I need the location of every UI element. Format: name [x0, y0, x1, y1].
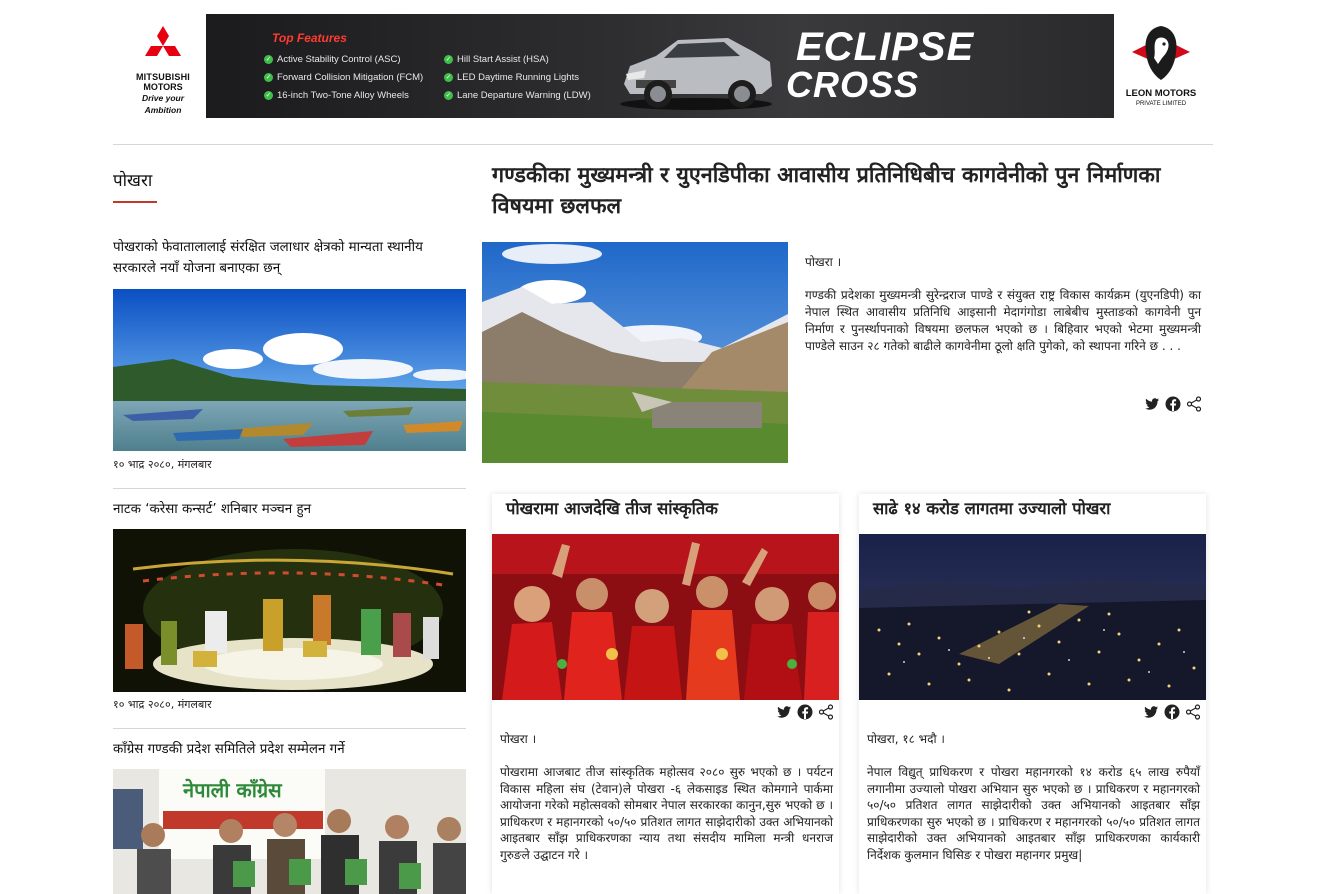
card-excerpt: पोखरामा आजबाट तीज सांस्कृतिक महोत्सव २०८… [500, 765, 833, 862]
card-title[interactable]: साढे १४ करोड लागतमा उज्यालो पोखरा [873, 496, 1110, 519]
ad-feature: ✓ Hill Start Assist (HSA) [444, 54, 549, 65]
sidebar-divider [113, 488, 466, 489]
city-night-lights-photo[interactable] [859, 534, 1206, 700]
eclipse-cross-ad[interactable]: Top Features ✓ Active Stability Control (… [206, 14, 1114, 118]
card-share-bar [1143, 704, 1201, 720]
mountain-village-photo[interactable] [482, 242, 788, 463]
sidebar-article-title[interactable]: पोखराको फेवातालालाई संरक्षित जलाधार क्षे… [113, 237, 467, 279]
check-icon: ✓ [264, 90, 273, 100]
car-image [620, 38, 772, 110]
card-share-bar [776, 704, 834, 720]
twitter-icon[interactable] [1144, 396, 1160, 412]
article-date: १० भाद्र २०८०, मंगलबार [113, 458, 212, 471]
theatre-stage-photo[interactable] [113, 529, 466, 692]
news-card: साढे १४ करोड लागतमा उज्यालो पोखरा पोखरा,… [859, 494, 1206, 894]
mitsubishi-logo[interactable]: MITSUBISHI MOTORS Drive your Ambition [124, 24, 202, 115]
share-icon[interactable] [818, 704, 834, 720]
check-icon: ✓ [444, 54, 453, 64]
teej-dance-photo[interactable] [492, 534, 839, 700]
card-location: पोखरा, १८ भदौ । [867, 732, 945, 746]
share-icon[interactable] [1185, 704, 1201, 720]
card-excerpt: नेपाल विद्युत् प्राधिकरण र पोखरा महानगरक… [867, 765, 1200, 862]
twitter-icon[interactable] [776, 704, 792, 720]
check-icon: ✓ [444, 72, 453, 82]
mitsubishi-diamonds-icon [145, 26, 181, 56]
mitsubishi-name-line1: MITSUBISHI [135, 72, 190, 82]
sidebar-divider [113, 728, 466, 729]
main-share-bar [1144, 396, 1202, 412]
twitter-icon[interactable] [1143, 704, 1159, 720]
check-icon: ✓ [264, 72, 273, 82]
sidebar-article-title[interactable]: काँग्रेस गण्डकी प्रदेश समितिले प्रदेश सम… [113, 739, 467, 760]
lake-boats-photo[interactable] [113, 289, 466, 451]
facebook-icon[interactable] [1165, 396, 1181, 412]
ad-model-name: ECLIPSE CROSS [786, 25, 975, 105]
card-location: पोखरा । [500, 732, 537, 746]
ad-feature: ✓ LED Daytime Running Lights [444, 72, 579, 83]
card-title[interactable]: पोखरामा आजदेखि तीज सांस्कृतिक [506, 496, 718, 519]
lion-emblem-icon [1132, 26, 1190, 80]
header-banner: MITSUBISHI MOTORS Drive your Ambition To… [124, 14, 1198, 120]
ad-feature: ✓ 16-inch Two-Tone Alloy Wheels [264, 90, 409, 101]
ad-feature: ✓ Active Stability Control (ASC) [264, 54, 401, 65]
sidebar-article-title[interactable]: नाटक ‘करेसा कन्सर्ट’ शनिबार मञ्चन हुन [113, 499, 467, 520]
ad-feature: ✓ Lane Departure Warning (LDW) [444, 90, 591, 101]
news-card: पोखरामा आजदेखि तीज सांस्कृतिक पोखरा । पो… [492, 494, 839, 894]
congress-event-photo[interactable]: नेपाली काँग्रेस [113, 769, 466, 894]
ad-feature: ✓ Forward Collision Mitigation (FCM) [264, 72, 424, 83]
main-story-location: पोखरा । [805, 255, 842, 269]
check-icon: ✓ [444, 90, 453, 100]
leon-motors-name: LEON MOTORS [1125, 88, 1197, 99]
leon-motors-sub: PRIVATE LIMITED [1135, 101, 1187, 107]
check-icon: ✓ [264, 54, 273, 64]
section-title[interactable]: पोखरा [113, 168, 152, 191]
share-icon[interactable] [1186, 396, 1202, 412]
mitsubishi-tagline: Drive your Ambition [141, 93, 185, 115]
svg-text:नेपाली काँग्रेस: नेपाली काँग्रेस [182, 778, 283, 802]
leon-motors-logo[interactable]: LEON MOTORS PRIVATE LIMITED [1120, 22, 1202, 118]
main-headline[interactable]: गण्डकीका मुख्यमन्त्री र युएनडिपीका आवासी… [492, 160, 1208, 222]
header-divider [113, 144, 1213, 145]
facebook-icon[interactable] [797, 704, 813, 720]
facebook-icon[interactable] [1164, 704, 1180, 720]
section-underline [113, 201, 157, 203]
mitsubishi-name-line2: MOTORS [143, 82, 183, 92]
main-story-excerpt: गण्डकी प्रदेशका मुख्यमन्त्री सुरेन्द्ररा… [805, 288, 1201, 353]
article-date: १० भाद्र २०८०, मंगलबार [113, 698, 212, 711]
ad-features-title: Top Features [272, 31, 347, 45]
